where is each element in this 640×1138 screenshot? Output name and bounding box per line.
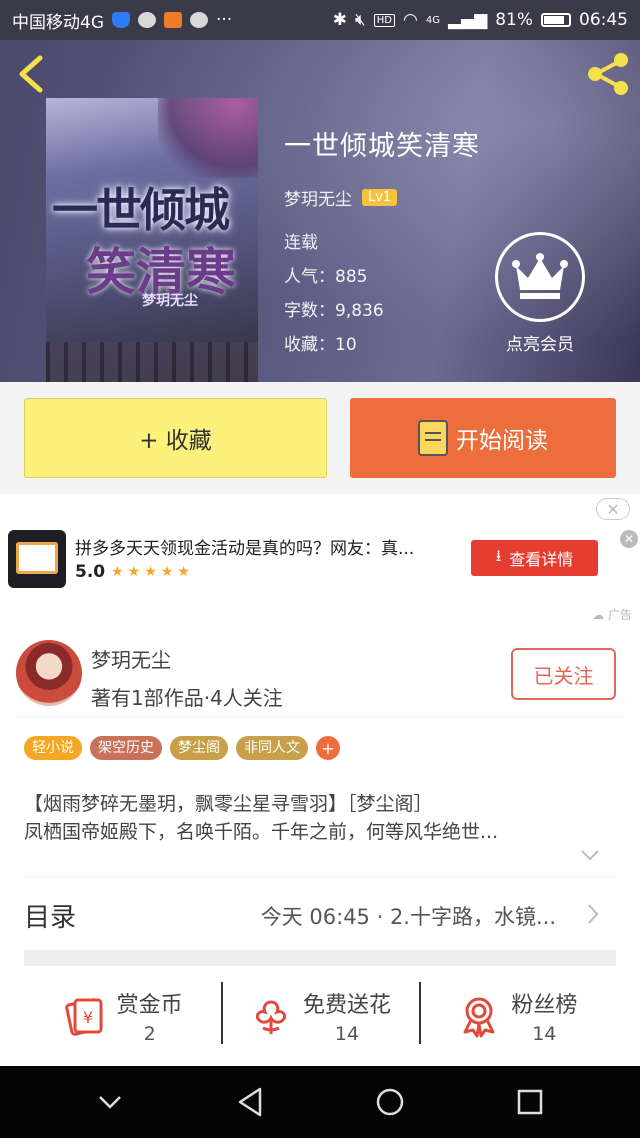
tag-alt-history[interactable]: 架空历史	[90, 736, 162, 760]
tag-light-novel[interactable]: 轻小说	[24, 736, 82, 760]
ad-app-icon	[8, 530, 66, 588]
stat-label: 免费送花	[302, 993, 391, 1018]
book-description[interactable]: 【烟雨梦碎无墨玥，飘零尘星寻雪羽】［梦尘阁］ 凤栖国帝姬殿下，名唤千陌。千年之前…	[24, 790, 604, 846]
shield-icon	[112, 12, 130, 28]
chat-bubble-icon	[138, 12, 156, 28]
more-notifications-icon: ···	[216, 10, 233, 30]
wifi-icon: ◠	[403, 10, 418, 30]
signal-icon: ▂▄▆	[447, 10, 488, 30]
mute-icon: 🔇︎	[355, 10, 366, 30]
stats-bar: ¥ 赏金币 2 免费送花 14 粉丝榜 14	[24, 966, 616, 1066]
catalog-label: 目录	[24, 903, 77, 933]
award-ribbon-icon	[463, 997, 495, 1038]
ad-details-label: 查看详情	[509, 550, 574, 569]
book-favorites: 收藏：10	[284, 335, 357, 355]
description-line: 【烟雨梦碎无墨玥，飘零尘星寻雪羽】［梦尘阁］	[24, 793, 433, 815]
stat-value: 14	[532, 1023, 557, 1045]
crown-icon	[495, 232, 585, 322]
wechat-icon	[190, 12, 208, 28]
square-recents-icon	[517, 1089, 543, 1115]
ad-title: 拼多多天天领现金活动是真的吗？网友：真...	[75, 539, 415, 559]
star-rating-icon: ★★★★★	[111, 564, 194, 580]
tag-mengchen-ge[interactable]: 梦尘阁	[170, 736, 228, 760]
hd-icon: HD	[373, 13, 395, 27]
chevron-down-icon[interactable]	[580, 848, 600, 862]
svg-text:¥: ¥	[83, 1008, 93, 1027]
carrier-label: 中国移动4G	[12, 12, 104, 33]
status-bar: 中国移动4G ··· ✱ 🔇︎ HD ◠ 4G ▂▄▆ 81% 06:45	[0, 0, 640, 40]
back-arrow-icon	[19, 55, 43, 93]
book-popularity: 人气：885	[284, 267, 368, 287]
level-badge: Lv1	[362, 189, 398, 206]
ad-close-icon[interactable]: ✕	[620, 530, 638, 548]
ad-details-button[interactable]: ⭳ 查看详情	[471, 540, 598, 576]
bluetooth-icon: ✱	[332, 10, 348, 30]
cover-railing	[46, 342, 258, 382]
action-bar: + 收藏 开始阅读	[0, 382, 640, 494]
book-icon	[418, 420, 448, 456]
triangle-back-icon	[238, 1087, 262, 1117]
cover-title-line1: 一世倾城	[52, 183, 230, 237]
network-label: 4G	[425, 14, 440, 26]
tag-original[interactable]: 非同人文	[236, 736, 308, 760]
send-flowers-button[interactable]: 免费送花 14	[221, 966, 418, 1066]
stat-label: 赏金币	[116, 993, 183, 1018]
ad-banner[interactable]: ✕ 拼多多天天领现金活动是真的吗？网友：真... 5.0 ★★★★★ ⭳ 查看详…	[0, 494, 640, 630]
back-button[interactable]	[14, 54, 50, 94]
circle-home-icon	[376, 1088, 404, 1116]
nav-hide-button[interactable]	[80, 1072, 140, 1132]
book-title: 一世倾城笑清寒	[284, 131, 480, 162]
book-word-count: 字数：9,836	[284, 301, 384, 321]
cover-author: 梦玥无尘	[142, 293, 198, 309]
ad-score: 5.0	[75, 562, 106, 582]
book-header: 一世倾城 笑清寒 梦玥无尘 一世倾城笑清寒 梦玥无尘 Lv1 连载 人气：885…	[0, 40, 640, 382]
coin-envelope-icon: ¥	[64, 998, 103, 1036]
share-button[interactable]	[586, 52, 630, 96]
fan-ranking-button[interactable]: 粉丝榜 14	[418, 966, 616, 1066]
chevron-right-icon	[588, 904, 599, 924]
stat-value: 2	[143, 1023, 156, 1045]
section-separator	[24, 950, 616, 966]
ad-tag: ☁ 广告	[592, 608, 632, 622]
latest-chapter: 今天 06:45 · 2.十字路，水镜...	[260, 905, 556, 929]
description-line: 凤栖国帝姬殿下，名唤千陌。千年之前，何等风华绝世...	[24, 821, 499, 843]
book-author[interactable]: 梦玥无尘	[284, 185, 352, 210]
start-reading-label: 开始阅读	[456, 428, 548, 454]
clock: 06:45	[579, 10, 628, 30]
flower-icon	[255, 1000, 287, 1034]
ad-dismiss-button[interactable]: ✕	[596, 498, 630, 520]
add-tag-button[interactable]: +	[316, 736, 340, 760]
author-summary: 著有1部作品·4人关注	[91, 686, 283, 710]
nav-back-button[interactable]	[220, 1072, 280, 1132]
reward-coins-button[interactable]: ¥ 赏金币 2	[24, 966, 221, 1066]
stat-label: 粉丝榜	[511, 993, 578, 1018]
divider	[16, 716, 624, 717]
cover-art	[158, 98, 258, 178]
author-name[interactable]: 梦玥无尘	[91, 644, 171, 673]
stat-value: 14	[334, 1023, 360, 1045]
avatar[interactable]	[16, 640, 82, 706]
catalog-row[interactable]: 目录 今天 06:45 · 2.十字路，水镜...	[24, 876, 616, 950]
video-icon	[164, 12, 182, 28]
start-reading-button[interactable]: 开始阅读	[350, 398, 616, 478]
tag-list: 轻小说 架空历史 梦尘阁 非同人文 +	[24, 736, 340, 760]
book-status: 连载	[284, 233, 318, 253]
system-nav-bar	[0, 1066, 640, 1138]
favorite-button[interactable]: + 收藏	[24, 398, 327, 478]
vip-label: 点亮会员	[506, 335, 574, 355]
share-icon	[588, 53, 628, 95]
download-icon: ⭳	[495, 545, 502, 565]
nav-recents-button[interactable]	[500, 1072, 560, 1132]
ad-rating: 5.0 ★★★★★	[75, 562, 194, 582]
book-cover[interactable]: 一世倾城 笑清寒 梦玥无尘	[46, 98, 258, 382]
nav-home-button[interactable]	[360, 1072, 420, 1132]
vip-button[interactable]: 点亮会员	[493, 232, 587, 355]
battery-percent: 81%	[495, 10, 533, 30]
follow-button[interactable]: 已关注	[511, 648, 616, 700]
battery-icon	[541, 13, 571, 27]
author-section: 梦玥无尘 著有1部作品·4人关注 已关注	[0, 630, 640, 716]
book-info: 一世倾城笑清寒 梦玥无尘 Lv1 连载 人气：885 字数：9,836 收藏：1…	[284, 124, 480, 362]
chevron-down-icon	[99, 1096, 121, 1109]
